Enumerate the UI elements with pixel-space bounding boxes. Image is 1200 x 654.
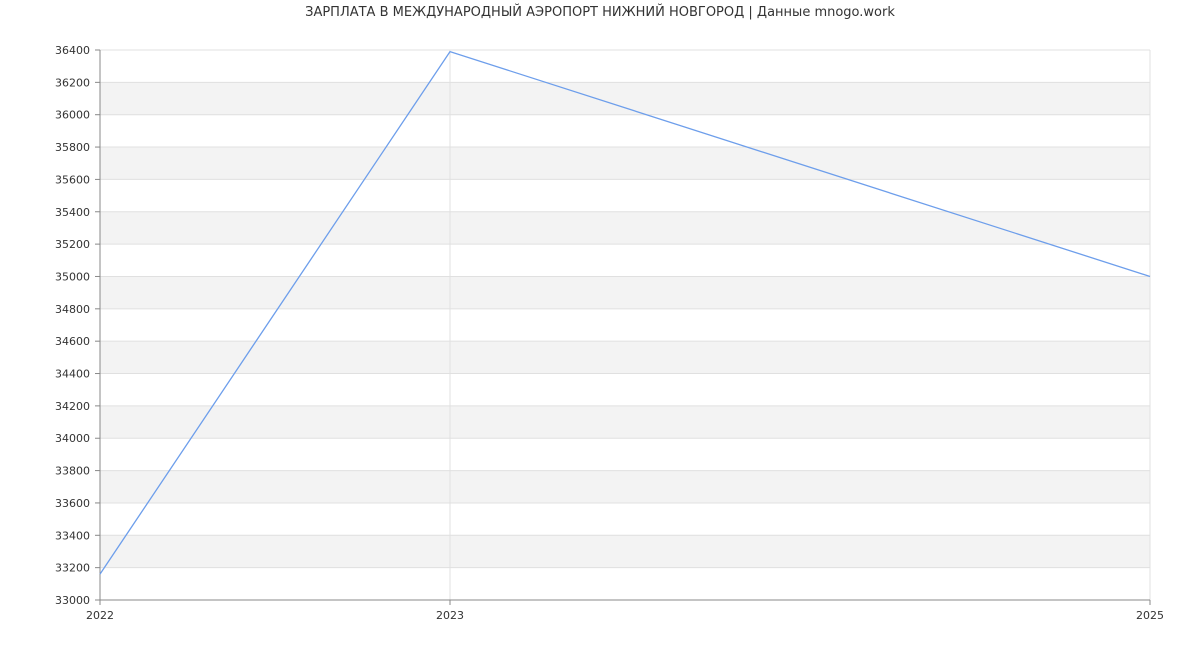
y-tick-label: 34400 (55, 368, 90, 381)
y-tick-label: 34800 (55, 303, 90, 316)
background-bands (100, 82, 1150, 568)
y-tick-label: 35600 (55, 173, 90, 186)
chart-container: ЗАРПЛАТА В МЕЖДУНАРОДНЫЙ АЭРОПОРТ НИЖНИЙ… (0, 0, 1200, 650)
y-tick-label: 33200 (55, 562, 90, 575)
y-tick-label: 36400 (55, 44, 90, 57)
axes (99, 50, 1150, 601)
y-tick-label: 33400 (55, 529, 90, 542)
chart-title: ЗАРПЛАТА В МЕЖДУНАРОДНЫЙ АЭРОПОРТ НИЖНИЙ… (305, 5, 895, 20)
x-tick-label: 2022 (86, 609, 114, 622)
grid-band (100, 341, 1150, 374)
x-axis-ticks: 2022 2023 2025 (86, 600, 1164, 622)
line-chart: 33000 33200 33400 33600 33800 34000 34200 34400… (55, 44, 1164, 622)
grid-band (100, 82, 1150, 115)
grid-band (100, 276, 1150, 309)
y-tick-label: 35000 (55, 270, 90, 283)
y-tick-label: 33600 (55, 497, 90, 510)
y-tick-label: 34600 (55, 335, 90, 348)
grid-band (100, 211, 1150, 245)
y-tick-label: 34200 (55, 400, 90, 413)
y-tick-label: 35400 (55, 206, 90, 219)
grid-band (100, 147, 1150, 180)
y-tick-label: 33000 (55, 594, 90, 607)
grid-band (100, 470, 1150, 503)
y-tick-label: 36200 (55, 76, 90, 89)
grid-band (100, 535, 1150, 568)
y-tick-label: 34000 (55, 432, 90, 445)
y-tick-label: 35800 (55, 141, 90, 154)
y-tick-label: 36000 (55, 109, 90, 122)
x-tick-label: 2023 (436, 609, 464, 622)
y-tick-label: 33800 (55, 465, 90, 478)
y-axis-ticks: 33000 33200 33400 33600 33800 34000 34200 34400… (55, 44, 100, 607)
x-tick-label: 2025 (1136, 609, 1164, 622)
y-tick-label: 35200 (55, 238, 90, 251)
gridlines (99, 49, 1151, 601)
grid-band (100, 405, 1150, 439)
